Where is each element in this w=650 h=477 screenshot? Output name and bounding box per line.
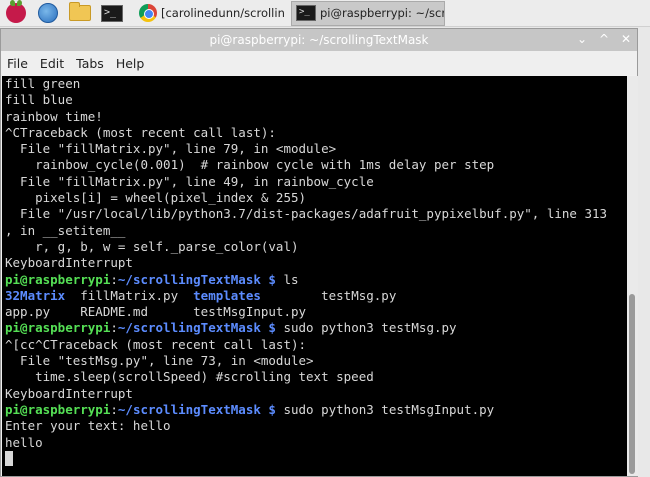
prompt-user: pi@raspberrypi: [5, 401, 111, 417]
file-manager-icon[interactable]: [67, 1, 93, 25]
taskbar-terminal-window[interactable]: >_ pi@raspberrypi: ~/scr: [291, 0, 445, 26]
terminal-scrollbar[interactable]: [627, 76, 638, 476]
terminal-line: File "/usr/local/lib/python3.7/dist-pack…: [5, 206, 627, 222]
terminal-line: ^CTraceback (most recent call last):: [5, 125, 627, 141]
terminal-line: fill blue: [5, 92, 627, 108]
title-bar[interactable]: pi@raspberrypi: ~/scrollingTextMask ⌄ ^ …: [1, 29, 637, 51]
browser-launcher-icon[interactable]: [35, 1, 61, 25]
prompt-path: ~/scrollingTextMask $: [117, 401, 276, 417]
command-text: ls: [275, 271, 299, 287]
output-text: ^CTraceback (most recent call last):: [5, 124, 276, 140]
output-text: File "fillMatrix.py", line 79, in <modul…: [5, 141, 337, 157]
terminal-line: File "fillMatrix.py", line 79, in <modul…: [5, 141, 627, 157]
output-text: rainbow_cycle(0.001) # rainbow cycle wit…: [5, 157, 495, 173]
output-text: app.py README.md testMsgInput.py: [5, 304, 307, 320]
output-text: , in __setitem__: [5, 222, 126, 238]
output-text: pixels[i] = wheel(pixel_index & 255): [5, 190, 307, 206]
menu-file[interactable]: File: [7, 56, 28, 71]
file-entry: fillMatrix.py: [65, 287, 194, 303]
output-text: hello: [5, 434, 43, 450]
terminal-line: rainbow_cycle(0.001) # rainbow cycle wit…: [5, 157, 627, 173]
terminal-line: [5, 450, 627, 467]
terminal-line: app.py README.md testMsgInput.py: [5, 304, 627, 320]
output-text: r, g, b, w = self._parse_color(val): [5, 238, 299, 254]
terminal-line: rainbow time!: [5, 109, 627, 125]
terminal-line: fill green: [5, 76, 627, 92]
chrome-icon: [139, 4, 157, 22]
terminal-line: File "fillMatrix.py", line 49, in rainbo…: [5, 174, 627, 190]
terminal-line: r, g, b, w = self._parse_color(val): [5, 239, 627, 255]
terminal-window: pi@raspberrypi: ~/scrollingTextMask ⌄ ^ …: [0, 28, 638, 477]
terminal-line: pi@raspberrypi:~/scrollingTextMask $ sud…: [5, 320, 627, 336]
terminal-line: pi@raspberrypi:~/scrollingTextMask $ sud…: [5, 402, 627, 418]
file-entry: testMsg.py: [260, 287, 397, 303]
output-text: Enter your text: hello: [5, 418, 171, 434]
output-text: time.sleep(scrollSpeed) #scrolling text …: [5, 369, 374, 385]
prompt-user: pi@raspberrypi: [5, 271, 111, 287]
output-text: File "testMsg.py", line 73, in <module>: [5, 353, 314, 369]
output-text: KeyboardInterrupt: [5, 385, 133, 401]
output-text: ^[cc^CTraceback (most recent call last):: [5, 336, 307, 352]
output-text: File "fillMatrix.py", line 49, in rainbo…: [5, 173, 374, 189]
scrollbar-thumb[interactable]: [629, 294, 635, 474]
menu-bar: File Edit Tabs Help: [1, 51, 637, 75]
window-title: pi@raspberrypi: ~/scrollingTextMask: [209, 33, 429, 47]
output-text: KeyboardInterrupt: [5, 255, 133, 271]
terminal-line: KeyboardInterrupt: [5, 255, 627, 271]
prompt-path: ~/scrollingTextMask $: [117, 320, 276, 336]
output-text: fill blue: [5, 92, 73, 108]
terminal-icon: >_: [296, 5, 316, 21]
output-text: fill green: [5, 76, 81, 91]
prompt-colon: :: [110, 401, 118, 417]
terminal-line: KeyboardInterrupt: [5, 386, 627, 402]
prompt-path: ~/scrollingTextMask $: [117, 271, 276, 287]
prompt-user: pi@raspberrypi: [5, 320, 111, 336]
taskbar-chrome-window[interactable]: [carolinedunn/scrollin: [135, 1, 288, 26]
terminal-line: Enter your text: hello: [5, 418, 627, 434]
terminal-line: 32Matrix fillMatrix.py templates testMsg…: [5, 288, 627, 304]
close-button[interactable]: ✕: [619, 32, 633, 46]
taskbar-chrome-label: [carolinedunn/scrollin: [161, 6, 285, 20]
command-text: sudo python3 testMsgInput.py: [275, 401, 495, 417]
minimize-button[interactable]: ⌄: [575, 32, 589, 46]
directory-entry: 32Matrix: [5, 287, 66, 303]
directory-entry: templates: [193, 287, 261, 303]
raspberry-menu-icon[interactable]: [3, 0, 29, 25]
terminal-line: time.sleep(scrollSpeed) #scrolling text …: [5, 369, 627, 385]
menu-edit[interactable]: Edit: [40, 56, 64, 71]
terminal-output[interactable]: fill green fill blue rainbow time! ^CTraceb…: [2, 76, 627, 476]
prompt-colon: :: [110, 271, 118, 287]
terminal-line: File "testMsg.py", line 73, in <module>: [5, 353, 627, 369]
menu-tabs[interactable]: Tabs: [76, 56, 104, 71]
output-text: File "/usr/local/lib/python3.7/dist-pack…: [5, 206, 608, 222]
terminal-line: ^[cc^CTraceback (most recent call last):: [5, 337, 627, 353]
terminal-line: , in __setitem__: [5, 223, 627, 239]
prompt-colon: :: [110, 320, 118, 336]
text-cursor: [5, 450, 13, 466]
terminal-line: pi@raspberrypi:~/scrollingTextMask $ ls: [5, 272, 627, 288]
taskbar: >_ [carolinedunn/scrollin >_ pi@raspberr…: [0, 0, 650, 27]
menu-help[interactable]: Help: [116, 56, 145, 71]
terminal-launcher-icon[interactable]: >_: [99, 1, 125, 25]
command-text: sudo python3 testMsg.py: [275, 320, 457, 336]
terminal-line: hello: [5, 435, 627, 451]
output-text: rainbow time!: [5, 108, 103, 124]
maximize-button[interactable]: ^: [597, 32, 611, 46]
terminal-line: pixels[i] = wheel(pixel_index & 255): [5, 190, 627, 206]
taskbar-terminal-label: pi@raspberrypi: ~/scr: [320, 6, 445, 20]
